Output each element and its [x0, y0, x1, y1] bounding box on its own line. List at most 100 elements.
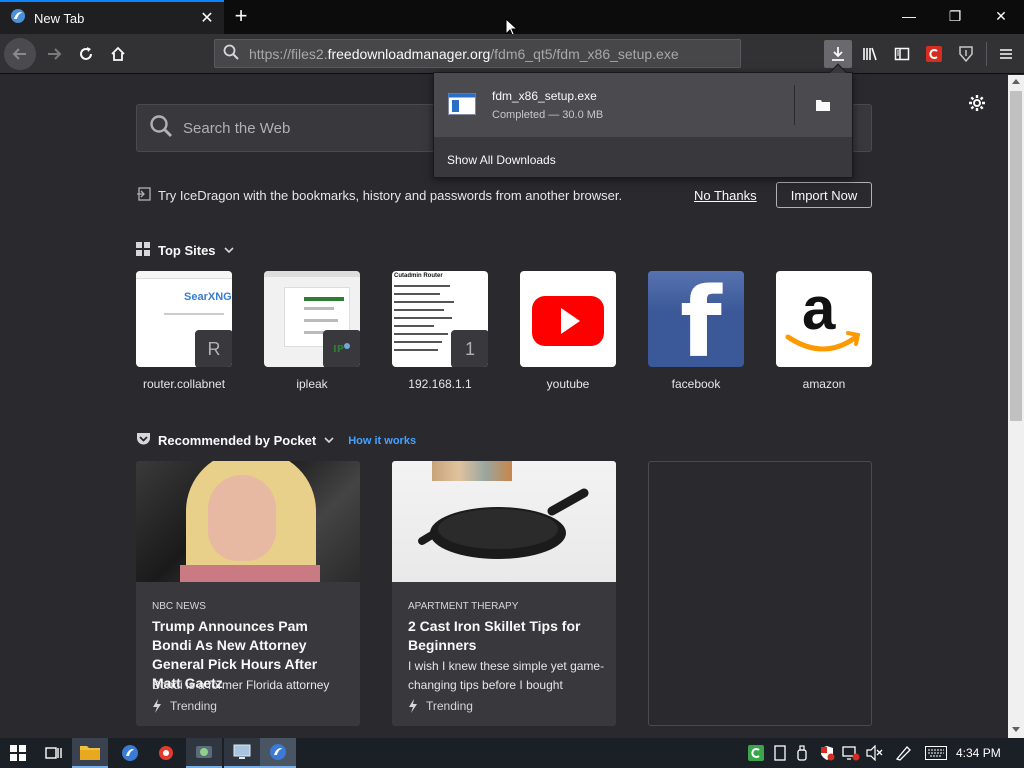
icedragon-taskbar[interactable] [112, 738, 148, 768]
top-site-amazon[interactable]: a amazon [776, 271, 872, 391]
app-taskbar-3[interactable] [224, 738, 260, 768]
top-site-ipleak[interactable]: IP ipleak [264, 271, 360, 391]
url-bar[interactable]: https://files2.freedownloadmanager.org/f… [214, 39, 741, 68]
import-now-button[interactable]: Import Now [776, 182, 872, 208]
app-taskbar-2[interactable] [186, 738, 222, 768]
arrow-left-icon [12, 48, 26, 60]
lightning-bolt-icon [153, 699, 161, 713]
ipleak-badge: IP [323, 330, 360, 367]
pocket-icon [136, 432, 151, 449]
comodo-extension-button[interactable] [920, 40, 948, 68]
chevron-down-icon [223, 243, 234, 258]
page-scrollbar[interactable] [1008, 75, 1024, 738]
top-sites-header[interactable]: Top Sites [136, 242, 234, 259]
icedragon-icon [270, 744, 286, 760]
folder-icon [816, 100, 830, 111]
title-bar: New Tab ✕ + — ❐ ✕ [0, 0, 1024, 38]
article-source: NBC NEWS [152, 601, 206, 612]
top-site-router-collabnet[interactable]: SearXNG R router.collabnet [136, 271, 232, 391]
pocket-header[interactable]: Recommended by Pocket How it works [136, 432, 416, 449]
site-thumbnail: IP [264, 271, 360, 367]
tray-usb-icon[interactable] [790, 738, 814, 768]
site-label: amazon [802, 377, 846, 391]
tab-title: New Tab [34, 10, 85, 26]
scrollbar-thumb[interactable] [1010, 91, 1022, 421]
trending-label: Trending [152, 699, 217, 713]
import-notice: Try IceDragon with the bookmarks, histor… [136, 182, 872, 208]
download-item[interactable]: fdm_x86_setup.exe Completed — 30.0 MB [434, 73, 852, 137]
site-thumbnail: SearXNG R [136, 271, 232, 367]
scroll-up-arrow-icon[interactable] [1012, 79, 1020, 84]
taskbar-clock[interactable]: 4:34 PM [956, 746, 1001, 760]
menu-button[interactable] [992, 40, 1020, 68]
minimize-button[interactable]: — [886, 0, 932, 32]
url-text: https://files2.freedownloadmanager.org/f… [249, 46, 679, 62]
scroll-down-arrow-icon[interactable] [1012, 727, 1020, 732]
open-folder-button[interactable] [806, 91, 840, 119]
downloads-panel: fdm_x86_setup.exe Completed — 30.0 MB Sh… [433, 63, 853, 178]
file-explorer-taskbar[interactable] [72, 738, 108, 768]
site-badge: 1 [451, 330, 488, 367]
navigation-toolbar: https://files2.freedownloadmanager.org/f… [0, 34, 1024, 74]
arrow-right-icon [48, 48, 62, 60]
site-thumbnail [520, 271, 616, 367]
app-taskbar-1[interactable] [148, 738, 184, 768]
site-thumbnail: f [648, 271, 744, 367]
forward-button[interactable] [38, 38, 70, 70]
site-thumbnail: a [776, 271, 872, 367]
tray-tablet-icon[interactable] [768, 738, 792, 768]
search-icon [149, 114, 173, 143]
tray-security-shield-icon[interactable] [814, 738, 840, 768]
show-all-downloads-button[interactable]: Show All Downloads [447, 153, 556, 167]
task-view-button[interactable] [36, 738, 72, 768]
pocket-title: Recommended by Pocket [158, 433, 317, 448]
pocket-card-2[interactable]: APARTMENT THERAPY 2 Cast Iron Skillet Ti… [392, 461, 616, 726]
library-icon [863, 47, 877, 61]
download-icon [832, 47, 844, 61]
pocket-card-1[interactable]: NBC NEWS Trump Announces Pam Bondi As Ne… [136, 461, 360, 726]
how-it-works-link[interactable]: How it works [348, 435, 416, 447]
icedragon-icon [122, 745, 138, 761]
task-view-icon [45, 747, 62, 759]
home-button[interactable] [102, 38, 134, 70]
restore-button[interactable]: ❐ [932, 0, 978, 32]
icedragon-active-taskbar[interactable] [260, 738, 296, 768]
windows-logo-icon [10, 745, 26, 761]
router-page-title: Cutadmin Router [394, 273, 443, 279]
home-icon [111, 46, 125, 61]
top-site-facebook[interactable]: f facebook [648, 271, 744, 391]
sidebar-button[interactable] [888, 40, 916, 68]
tray-network-icon[interactable] [838, 738, 864, 768]
tab-new-tab[interactable]: New Tab ✕ [0, 0, 224, 34]
reload-button[interactable] [70, 38, 102, 70]
grid-icon [136, 242, 150, 259]
back-button[interactable] [4, 38, 36, 70]
site-label: youtube [546, 377, 590, 391]
amazon-smile-icon [785, 331, 861, 352]
library-button[interactable] [856, 40, 884, 68]
skillet-illustration [418, 488, 589, 559]
site-badge: R [195, 330, 232, 367]
trending-text: Trending [170, 699, 217, 713]
no-thanks-link[interactable]: No Thanks [694, 188, 757, 203]
top-site-192-168-1-1[interactable]: Cutadmin Router 1 192.168.1.1 [392, 271, 488, 391]
tray-keyboard-icon[interactable] [920, 738, 952, 768]
tray-comodo-icon[interactable] [742, 738, 770, 768]
searxng-logo-text: SearXNG [184, 291, 232, 303]
pocket-card-placeholder [648, 461, 872, 726]
comodo-c-icon [926, 46, 942, 62]
site-label: facebook [671, 377, 721, 391]
start-button[interactable] [0, 738, 36, 768]
extension-button[interactable] [952, 40, 980, 68]
article-image [392, 461, 616, 582]
tray-pen-icon[interactable] [890, 738, 918, 768]
new-tab-button[interactable]: + [228, 4, 254, 30]
gear-icon[interactable] [966, 94, 988, 116]
search-icon [223, 44, 239, 63]
close-window-button[interactable]: ✕ [978, 0, 1024, 32]
tab-close-icon[interactable]: ✕ [196, 7, 218, 29]
top-site-youtube[interactable]: youtube [520, 271, 616, 391]
site-label: 192.168.1.1 [408, 377, 472, 391]
exe-file-icon [448, 93, 476, 120]
tray-volume-muted-icon[interactable] [862, 738, 888, 768]
